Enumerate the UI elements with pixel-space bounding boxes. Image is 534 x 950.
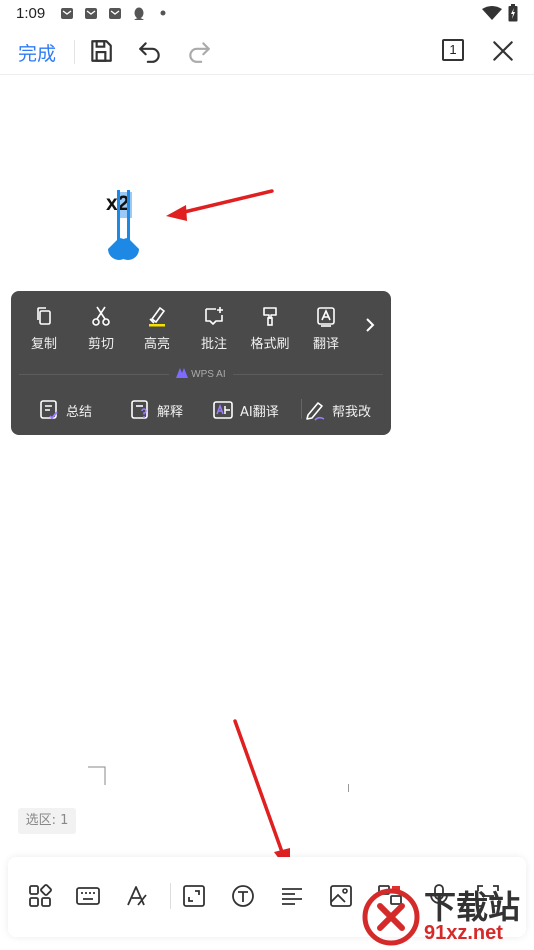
copy-label: 复制 (30, 337, 57, 352)
comment-label: 批注 (200, 337, 227, 352)
dot-icon (160, 10, 166, 16)
ai-translate-icon (213, 401, 233, 419)
chevron-right-icon[interactable] (363, 317, 377, 333)
text-cursor-mark (348, 784, 349, 792)
mail-icon (61, 8, 73, 19)
page-number: 1 (449, 42, 457, 57)
help-me-edit-label: 帮我改 (332, 405, 372, 420)
copy-icon (37, 307, 51, 325)
qq-icon (134, 7, 144, 20)
highlight-icon (149, 306, 166, 327)
toolbar-divider (74, 40, 75, 64)
format-painter-label: 格式刷 (250, 337, 290, 352)
summary-label: 总结 (66, 405, 93, 420)
mail-icon (109, 8, 121, 19)
page-view-icon[interactable]: 1 (442, 39, 464, 61)
menu-divider (19, 374, 169, 375)
ai-divider (301, 399, 302, 419)
text-box-icon[interactable] (230, 883, 256, 909)
status-time: 1:09 (16, 5, 46, 22)
format-painter-button[interactable]: 格式刷 (244, 305, 296, 352)
copy-button[interactable]: 复制 (18, 305, 70, 352)
scissors-icon (92, 306, 110, 326)
selection-count-badge: 选区: 1 (18, 808, 76, 834)
battery-charging-icon (508, 4, 518, 22)
annotation-arrow-icon (166, 189, 274, 221)
image-icon[interactable] (328, 883, 354, 909)
undo-icon[interactable] (137, 38, 163, 64)
page-corner-marker (88, 766, 106, 785)
wifi-icon (482, 6, 502, 20)
explain-icon (131, 400, 148, 419)
selection-handle-right-icon[interactable] (121, 188, 143, 266)
font-style-icon[interactable] (124, 883, 150, 909)
menu-divider (233, 374, 383, 375)
watermark-text-bottom: 91xz.net (424, 922, 503, 944)
ai-translate-button[interactable]: AI翻译 (212, 399, 292, 421)
watermark: 下载站 91xz.net (358, 882, 534, 950)
summary-icon (40, 400, 58, 420)
highlight-label: 高亮 (143, 337, 170, 352)
bottom-toolbar-divider (170, 883, 171, 909)
annotation-arrow-icon (233, 719, 290, 874)
explain-button[interactable]: 解释 (129, 399, 209, 421)
format-painter-icon (263, 307, 277, 326)
apps-icon[interactable] (27, 883, 53, 909)
comment-icon (205, 307, 223, 325)
mail-icon (85, 8, 97, 19)
resize-icon[interactable] (181, 883, 207, 909)
top-toolbar: 完成 1 (0, 28, 534, 75)
save-icon[interactable] (88, 38, 114, 64)
help-me-edit-button[interactable]: 帮我改 (304, 399, 384, 421)
keyboard-icon[interactable] (75, 883, 101, 909)
cut-label: 剪切 (87, 337, 114, 352)
comment-button[interactable]: 批注 (188, 305, 240, 352)
close-icon[interactable] (490, 38, 516, 64)
translate-button[interactable]: 翻译 (300, 305, 352, 352)
highlight-button[interactable]: 高亮 (131, 305, 183, 352)
explain-label: 解释 (157, 405, 184, 420)
pen-icon (306, 402, 325, 421)
wps-ai-section-label: WPS AI (169, 368, 233, 380)
cut-button[interactable]: 剪切 (75, 305, 127, 352)
redo-icon[interactable] (186, 38, 212, 64)
translate-label: 翻译 (312, 337, 339, 352)
wps-ai-logo-icon (176, 368, 189, 378)
ai-translate-label: AI翻译 (240, 405, 279, 420)
watermark-logo-icon (362, 888, 420, 946)
translate-icon (317, 307, 335, 327)
done-button[interactable]: 完成 (18, 39, 56, 66)
context-menu: 复制 剪切 高亮 批注 格式刷 翻译 WPS AI 总结 解释 AI翻译 帮我改 (11, 291, 391, 435)
summary-button[interactable]: 总结 (38, 399, 118, 421)
align-left-icon[interactable] (279, 883, 305, 909)
status-bar: 1:09 (0, 0, 534, 28)
